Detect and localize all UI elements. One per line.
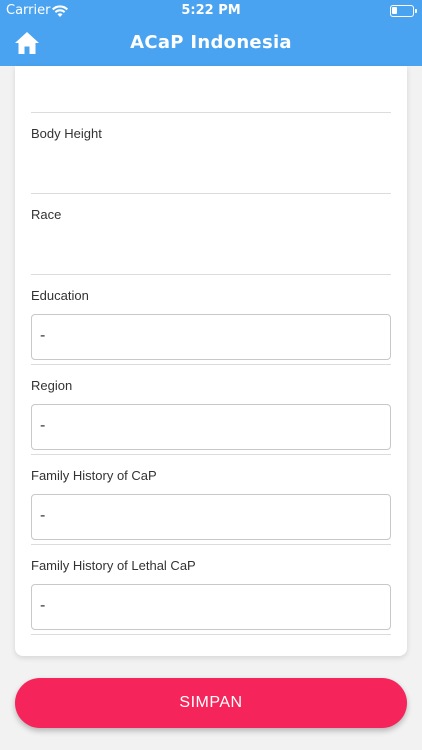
divider (31, 634, 391, 635)
divider (31, 364, 391, 365)
app-title: ACaP Indonesia (130, 32, 292, 53)
body-height-underline[interactable] (31, 193, 391, 194)
field-label-race: Race (31, 207, 62, 222)
divider (31, 112, 391, 113)
field-label-family-history-lethal-cap: Family History of Lethal CaP (31, 558, 196, 573)
education-select[interactable]: - (31, 314, 391, 360)
save-button[interactable]: SIMPAN (15, 678, 407, 728)
field-label-body-height: Body Height (31, 126, 102, 141)
clock-label: 5:22 PM (181, 3, 241, 18)
app-bar: ACaP Indonesia (0, 22, 422, 66)
family-history-cap-select[interactable]: - (31, 494, 391, 540)
family-history-lethal-cap-select[interactable]: - (31, 584, 391, 630)
status-bar: Carrier 5:22 PM (0, 0, 422, 22)
race-underline[interactable] (31, 274, 391, 275)
battery-icon (390, 5, 417, 17)
family-history-lethal-cap-value: - (40, 597, 46, 614)
region-value: - (40, 417, 46, 434)
region-select[interactable]: - (31, 404, 391, 450)
divider (31, 454, 391, 455)
education-value: - (40, 327, 46, 344)
field-label-education: Education (31, 288, 89, 303)
field-label-family-history-cap: Family History of CaP (31, 468, 157, 483)
form-card: Body Height Race Education - Region - Fa… (15, 66, 407, 656)
divider (31, 544, 391, 545)
field-label-region: Region (31, 378, 73, 393)
family-history-cap-value: - (40, 507, 46, 524)
